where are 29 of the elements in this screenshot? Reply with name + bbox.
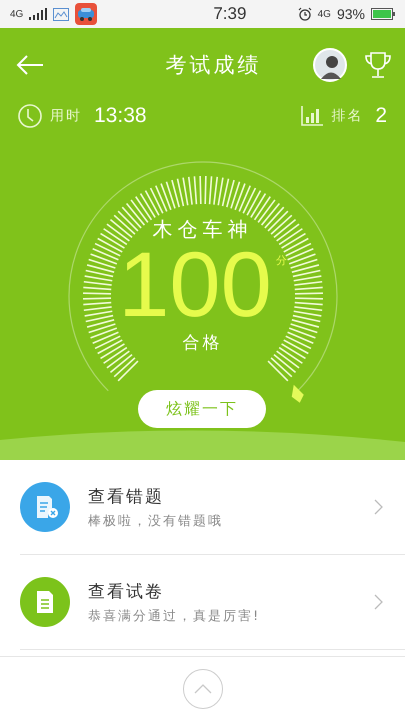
data-network-type: 4G (318, 8, 331, 20)
image-icon (53, 8, 70, 20)
network-type: 4G (10, 8, 24, 20)
score-unit: 分 (276, 253, 287, 268)
row-subtitle: 棒极啦，没有错题哦 (88, 512, 224, 530)
pass-result: 合格 (182, 332, 222, 354)
signal-icon (29, 8, 48, 20)
alarm-icon (298, 7, 312, 21)
chevron-up-icon (194, 684, 212, 694)
rank-value: 2 (375, 104, 387, 128)
back-button[interactable] (16, 55, 44, 75)
time-label: 用时 (50, 107, 82, 125)
page-title: 考试成绩 (164, 52, 262, 79)
chevron-icon (374, 499, 383, 515)
collapse-button[interactable] (182, 669, 222, 709)
row-title: 查看试卷 (88, 580, 165, 602)
car-app-icon (75, 3, 98, 25)
clock-time: 7:39 (213, 4, 246, 24)
trophy-icon[interactable] (363, 50, 393, 80)
battery-icon (371, 8, 395, 20)
rank-label: 排名 (331, 107, 364, 125)
chevron-icon (374, 594, 383, 610)
time-value: 13:38 (94, 104, 147, 128)
battery-percent: 93% (336, 6, 365, 22)
avatar[interactable] (313, 48, 347, 82)
row-subtitle: 恭喜满分通过，真是厉害! (88, 608, 262, 624)
clock-icon (18, 104, 42, 128)
row-title: 查看错题 (88, 486, 165, 508)
bar-chart-icon (301, 106, 324, 126)
